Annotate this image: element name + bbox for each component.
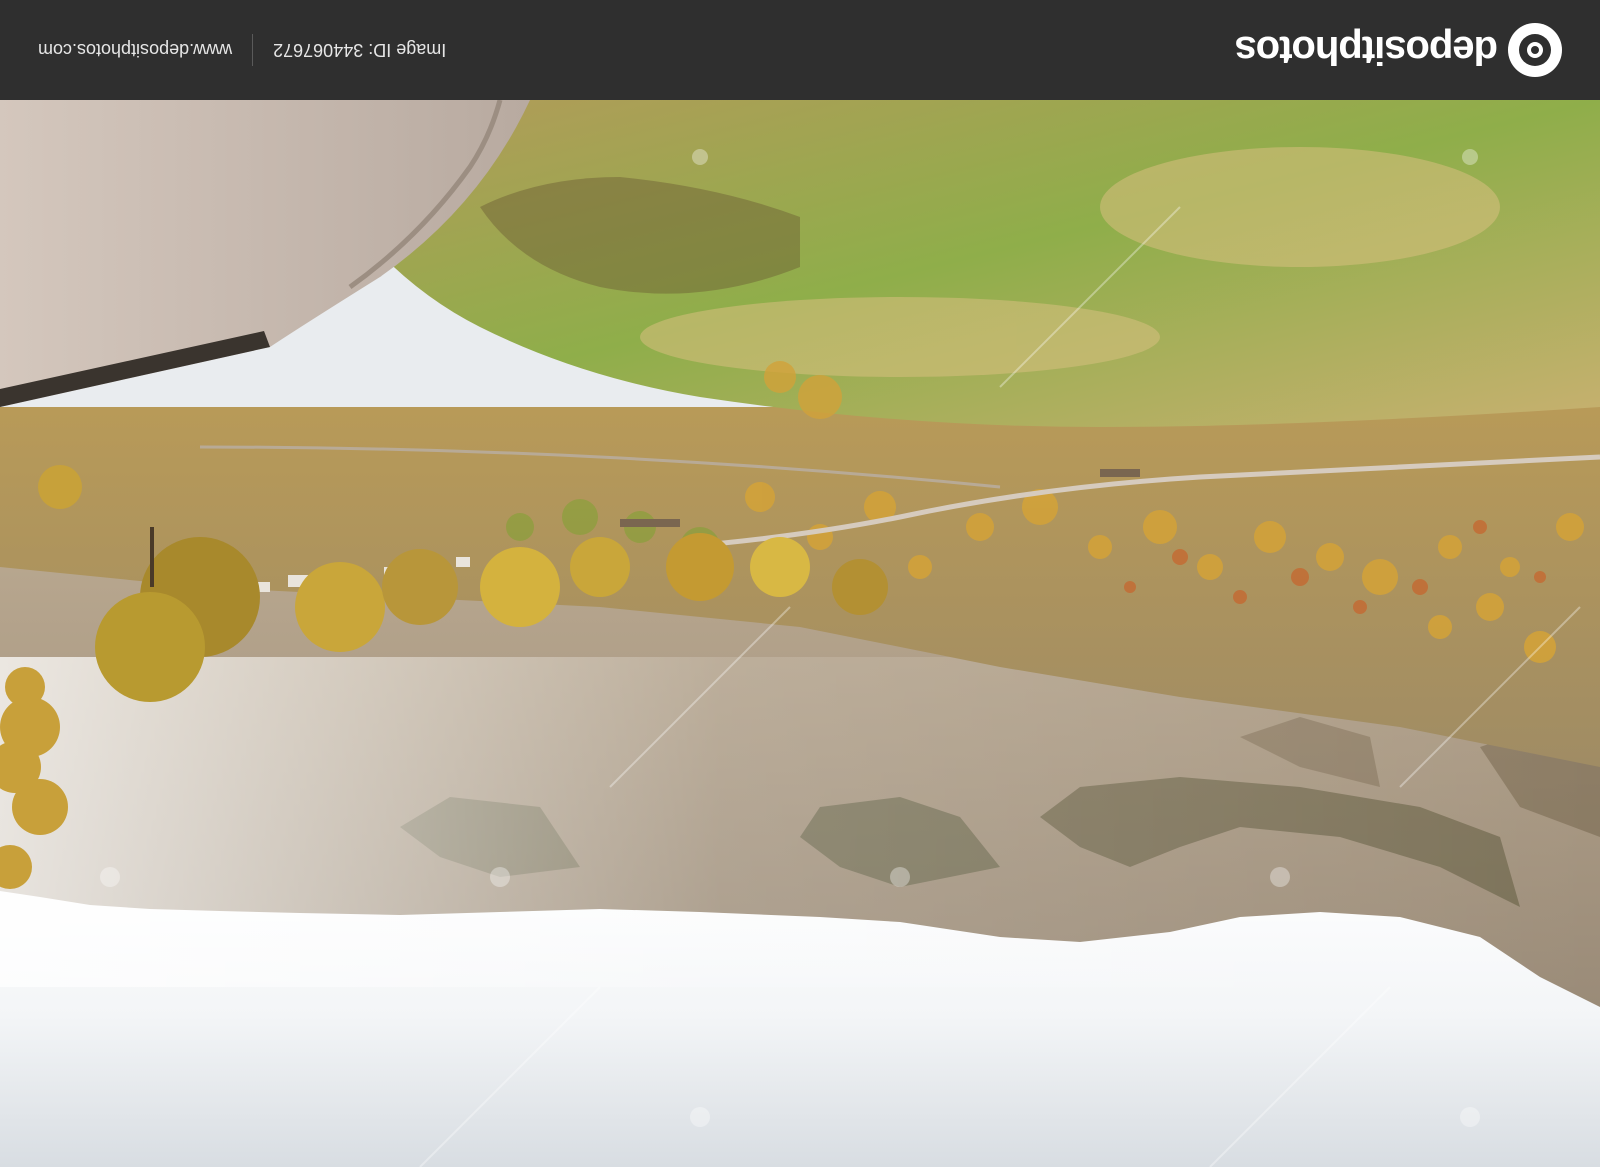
image-meta: Image ID: 344067672 www.depositphotos.co… bbox=[38, 34, 446, 66]
footer-bar: depositphotos Image ID: 344067672 www.de… bbox=[0, 0, 1600, 100]
image-id-label: Image ID: bbox=[368, 40, 447, 61]
brand-name: depositphotos bbox=[1235, 28, 1498, 73]
brand-logo[interactable]: depositphotos bbox=[1235, 23, 1562, 77]
camera-lens-icon bbox=[1508, 23, 1562, 77]
image-id-value: 344067672 bbox=[273, 40, 364, 61]
footer-divider bbox=[252, 34, 254, 66]
stock-photo bbox=[0, 100, 1600, 1167]
image-id: Image ID: 344067672 bbox=[253, 40, 446, 61]
stage: depositphotos Image ID: 344067672 www.de… bbox=[0, 0, 1600, 1167]
site-url[interactable]: www.depositphotos.com bbox=[38, 40, 232, 61]
